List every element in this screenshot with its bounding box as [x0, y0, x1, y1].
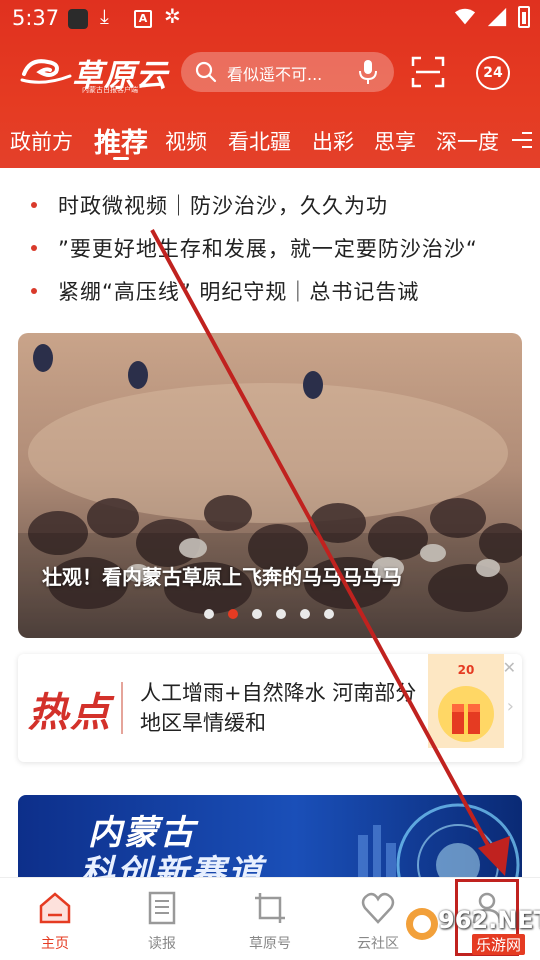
app-screen: 5:37 ⤓ A ✲ 草原云 内蒙古日报客户端 看似遥不可... 24 政前方 … — [0, 0, 540, 960]
watermark-text: 962.NET — [438, 906, 540, 934]
annotation-arrow — [150, 229, 510, 876]
site-watermark: 962.NET 乐游网 — [404, 904, 540, 956]
watermark-logo-icon — [406, 908, 438, 940]
watermark-subtext: 乐游网 — [472, 934, 526, 955]
